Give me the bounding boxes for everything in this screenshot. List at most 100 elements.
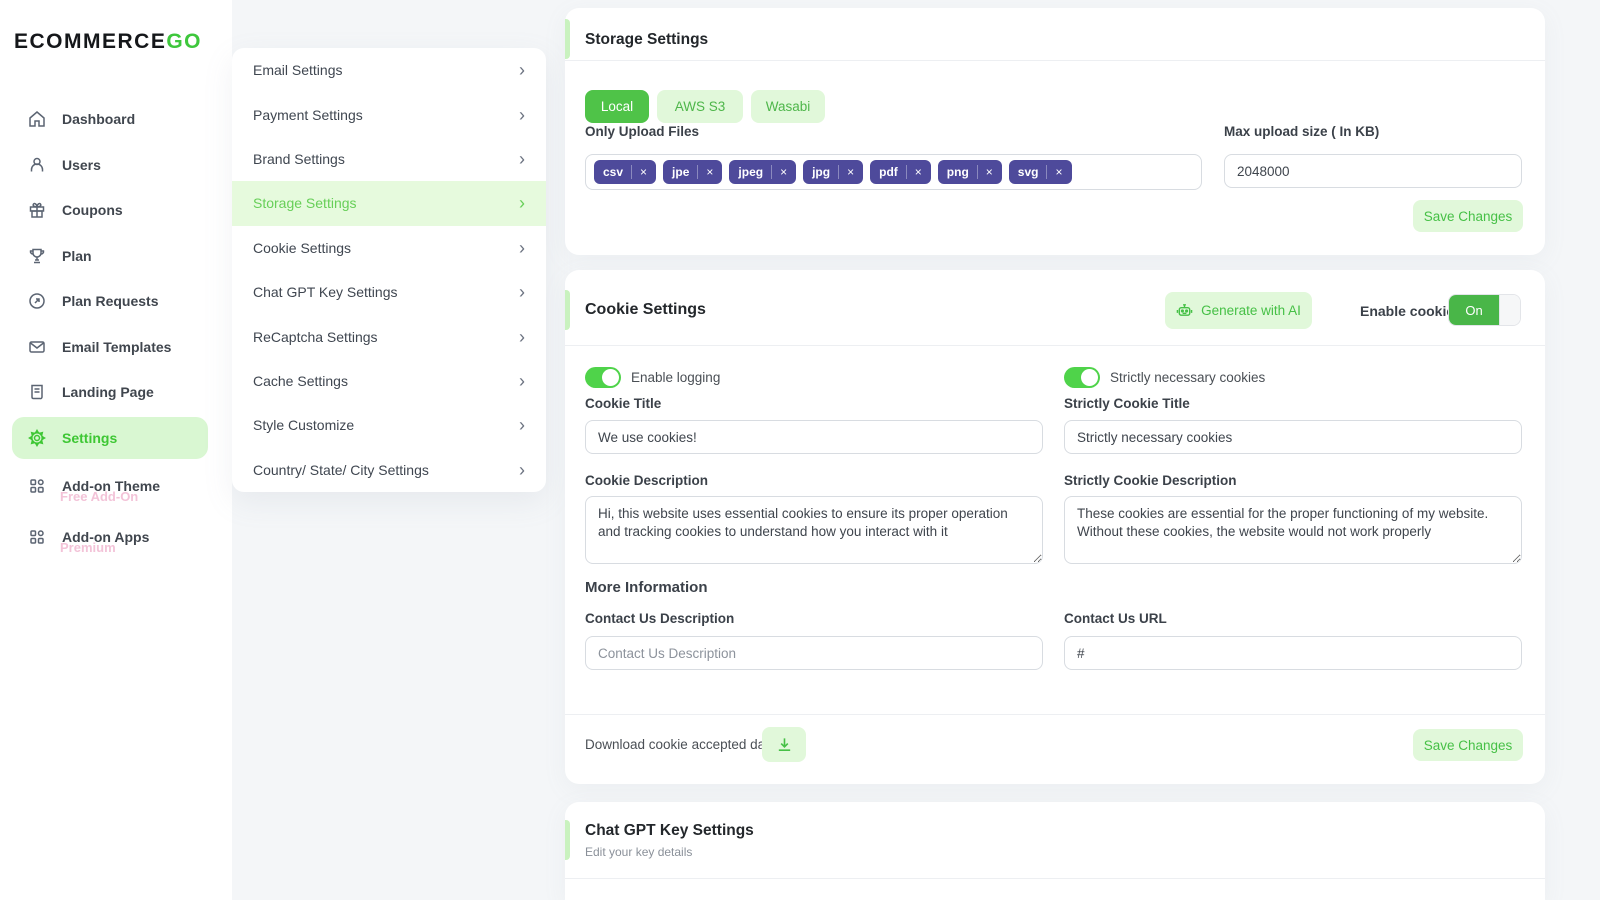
toggle-state-label: On — [1449, 295, 1499, 325]
chevron-right-icon: › — [519, 104, 525, 125]
contact-description-input[interactable] — [585, 636, 1043, 670]
sidebar-item-landing-page[interactable]: Landing Page — [12, 371, 208, 413]
divider — [565, 60, 1545, 61]
remove-tag-icon[interactable]: × — [631, 165, 647, 179]
storage-card-title: Storage Settings — [585, 31, 709, 48]
submenu-item-cookie-settings[interactable]: Cookie Settings › — [232, 226, 546, 270]
download-cookie-label: Download cookie accepted data — [585, 737, 777, 752]
sidebar-item-users[interactable]: Users — [12, 144, 208, 186]
strictly-cookies-switch[interactable] — [1064, 367, 1100, 388]
submenu-item-email-settings[interactable]: Email Settings › — [232, 48, 546, 92]
trophy-icon — [29, 248, 45, 264]
enable-logging-switch[interactable] — [585, 367, 621, 388]
upload-files-input[interactable]: csv × jpe × jpeg × jpg × pdf × png × svg × — [585, 154, 1202, 190]
brand-logo[interactable]: ECOMMERCEGO — [14, 30, 202, 54]
addon-theme-badge: Free Add-On — [60, 489, 139, 504]
sidebar-item-label: Settings — [62, 430, 118, 446]
grid-icon — [30, 530, 44, 544]
card-accent-bar — [565, 19, 570, 59]
file-type-tag: jpg × — [803, 160, 864, 184]
submenu-label: Payment Settings — [253, 106, 363, 123]
sidebar-item-plan-requests[interactable]: Plan Requests — [12, 280, 208, 322]
strictly-description-label: Strictly Cookie Description — [1064, 473, 1237, 488]
chevron-right-icon: › — [519, 193, 525, 214]
submenu-label: Country/ State/ City Settings — [253, 461, 429, 478]
submenu-item-style-customize[interactable]: Style Customize › — [232, 403, 546, 447]
submenu-item-storage-settings[interactable]: Storage Settings › — [232, 181, 546, 226]
more-information-title: More Information — [585, 579, 708, 596]
tab-local[interactable]: Local — [585, 90, 649, 123]
remove-tag-icon[interactable]: × — [771, 165, 787, 179]
submenu-label: Cache Settings — [253, 372, 348, 389]
sidebar-item-label: Users — [62, 157, 101, 173]
submenu-label: Email Settings — [253, 62, 343, 79]
tab-wasabi[interactable]: Wasabi — [751, 90, 825, 123]
submenu-item-brand-settings[interactable]: Brand Settings › — [232, 137, 546, 181]
submenu-item-recaptcha-settings[interactable]: ReCaptcha Settings › — [232, 314, 546, 358]
addon-apps-badge: Premium — [60, 540, 116, 555]
tag-label: jpeg — [738, 165, 764, 179]
brand-name: ECOMMERCE — [14, 30, 167, 53]
sidebar-item-plan[interactable]: Plan — [12, 235, 208, 277]
sidebar-item-dashboard[interactable]: Dashboard — [12, 98, 208, 140]
contact-url-input[interactable] — [1064, 636, 1522, 670]
file-type-tag: svg × — [1008, 160, 1072, 184]
strictly-description-textarea[interactable]: These cookies are essential for the prop… — [1064, 496, 1522, 564]
sidebar-item-settings[interactable]: Settings — [12, 417, 208, 459]
grid-icon — [30, 479, 44, 493]
sidebar-item-email-templates[interactable]: Email Templates — [12, 326, 208, 368]
remove-tag-icon[interactable]: × — [697, 165, 713, 179]
sidebar-item-label: Dashboard — [62, 111, 136, 127]
save-changes-button[interactable]: Save Changes — [1413, 200, 1523, 232]
submenu-item-cache-settings[interactable]: Cache Settings › — [232, 359, 546, 403]
strictly-title-input[interactable] — [1064, 420, 1522, 454]
cookie-title-label: Cookie Title — [585, 396, 662, 411]
cookie-description-textarea[interactable]: Hi, this website uses essential cookies … — [585, 496, 1043, 564]
remove-tag-icon[interactable]: × — [1046, 165, 1063, 179]
contact-url-label: Contact Us URL — [1064, 611, 1167, 626]
file-type-tag: png × — [937, 160, 1002, 184]
tab-aws-s3[interactable]: AWS S3 — [657, 90, 743, 123]
download-cookie-button[interactable] — [762, 727, 806, 762]
submenu-item-chatgpt-settings[interactable]: Chat GPT Key Settings › — [232, 270, 546, 314]
strictly-title-label: Strictly Cookie Title — [1064, 396, 1190, 411]
file-type-tag: jpe × — [663, 160, 723, 184]
enable-cookie-label: Enable cookie — [1360, 303, 1455, 319]
submenu-item-country-settings[interactable]: Country/ State/ City Settings › — [232, 448, 546, 492]
remove-tag-icon[interactable]: × — [838, 165, 854, 179]
chatgpt-card-title: Chat GPT Key Settings — [585, 822, 754, 839]
save-changes-button[interactable]: Save Changes — [1413, 729, 1523, 761]
toggle-knob — [1499, 295, 1520, 325]
arrow-up-right-circle-icon — [29, 293, 45, 309]
remove-tag-icon[interactable]: × — [976, 165, 993, 179]
submenu-label: Cookie Settings — [253, 239, 352, 256]
remove-tag-icon[interactable]: × — [905, 165, 922, 179]
cookie-description-label: Cookie Description — [585, 473, 709, 488]
file-type-tag: pdf × — [870, 160, 931, 184]
max-upload-label: Max upload size ( In KB) — [1224, 124, 1380, 139]
max-upload-input[interactable] — [1224, 154, 1522, 188]
cookie-title-input[interactable] — [585, 420, 1043, 454]
tag-label: jpe — [672, 165, 690, 179]
sidebar-item-coupons[interactable]: Coupons — [12, 189, 208, 231]
submenu-label: Brand Settings — [253, 150, 345, 167]
gear-icon — [28, 429, 46, 447]
enable-cookie-toggle[interactable]: On — [1448, 294, 1521, 326]
submenu-label: Chat GPT Key Settings — [253, 284, 398, 301]
card-accent-bar — [565, 820, 570, 860]
sidebar-item-label: Email Templates — [62, 339, 172, 355]
download-icon — [778, 738, 790, 751]
sidebar-item-label: Landing Page — [62, 384, 154, 400]
generate-with-ai-button[interactable]: Generate with AI — [1165, 292, 1312, 329]
chevron-right-icon: › — [519, 370, 525, 391]
submenu-label: Storage Settings — [253, 195, 357, 212]
page: ECOMMERCEGO Dashboard Users Coupons Plan… — [0, 0, 1600, 900]
brand-suffix: GO — [166, 30, 203, 53]
sidebar-item-label: Plan Requests — [62, 293, 159, 309]
enable-logging-label: Enable logging — [631, 370, 721, 385]
chevron-right-icon: › — [519, 60, 525, 81]
file-type-tag: csv × — [594, 160, 657, 184]
home-icon — [29, 111, 45, 127]
chevron-right-icon: › — [519, 415, 525, 436]
submenu-item-payment-settings[interactable]: Payment Settings › — [232, 92, 546, 136]
